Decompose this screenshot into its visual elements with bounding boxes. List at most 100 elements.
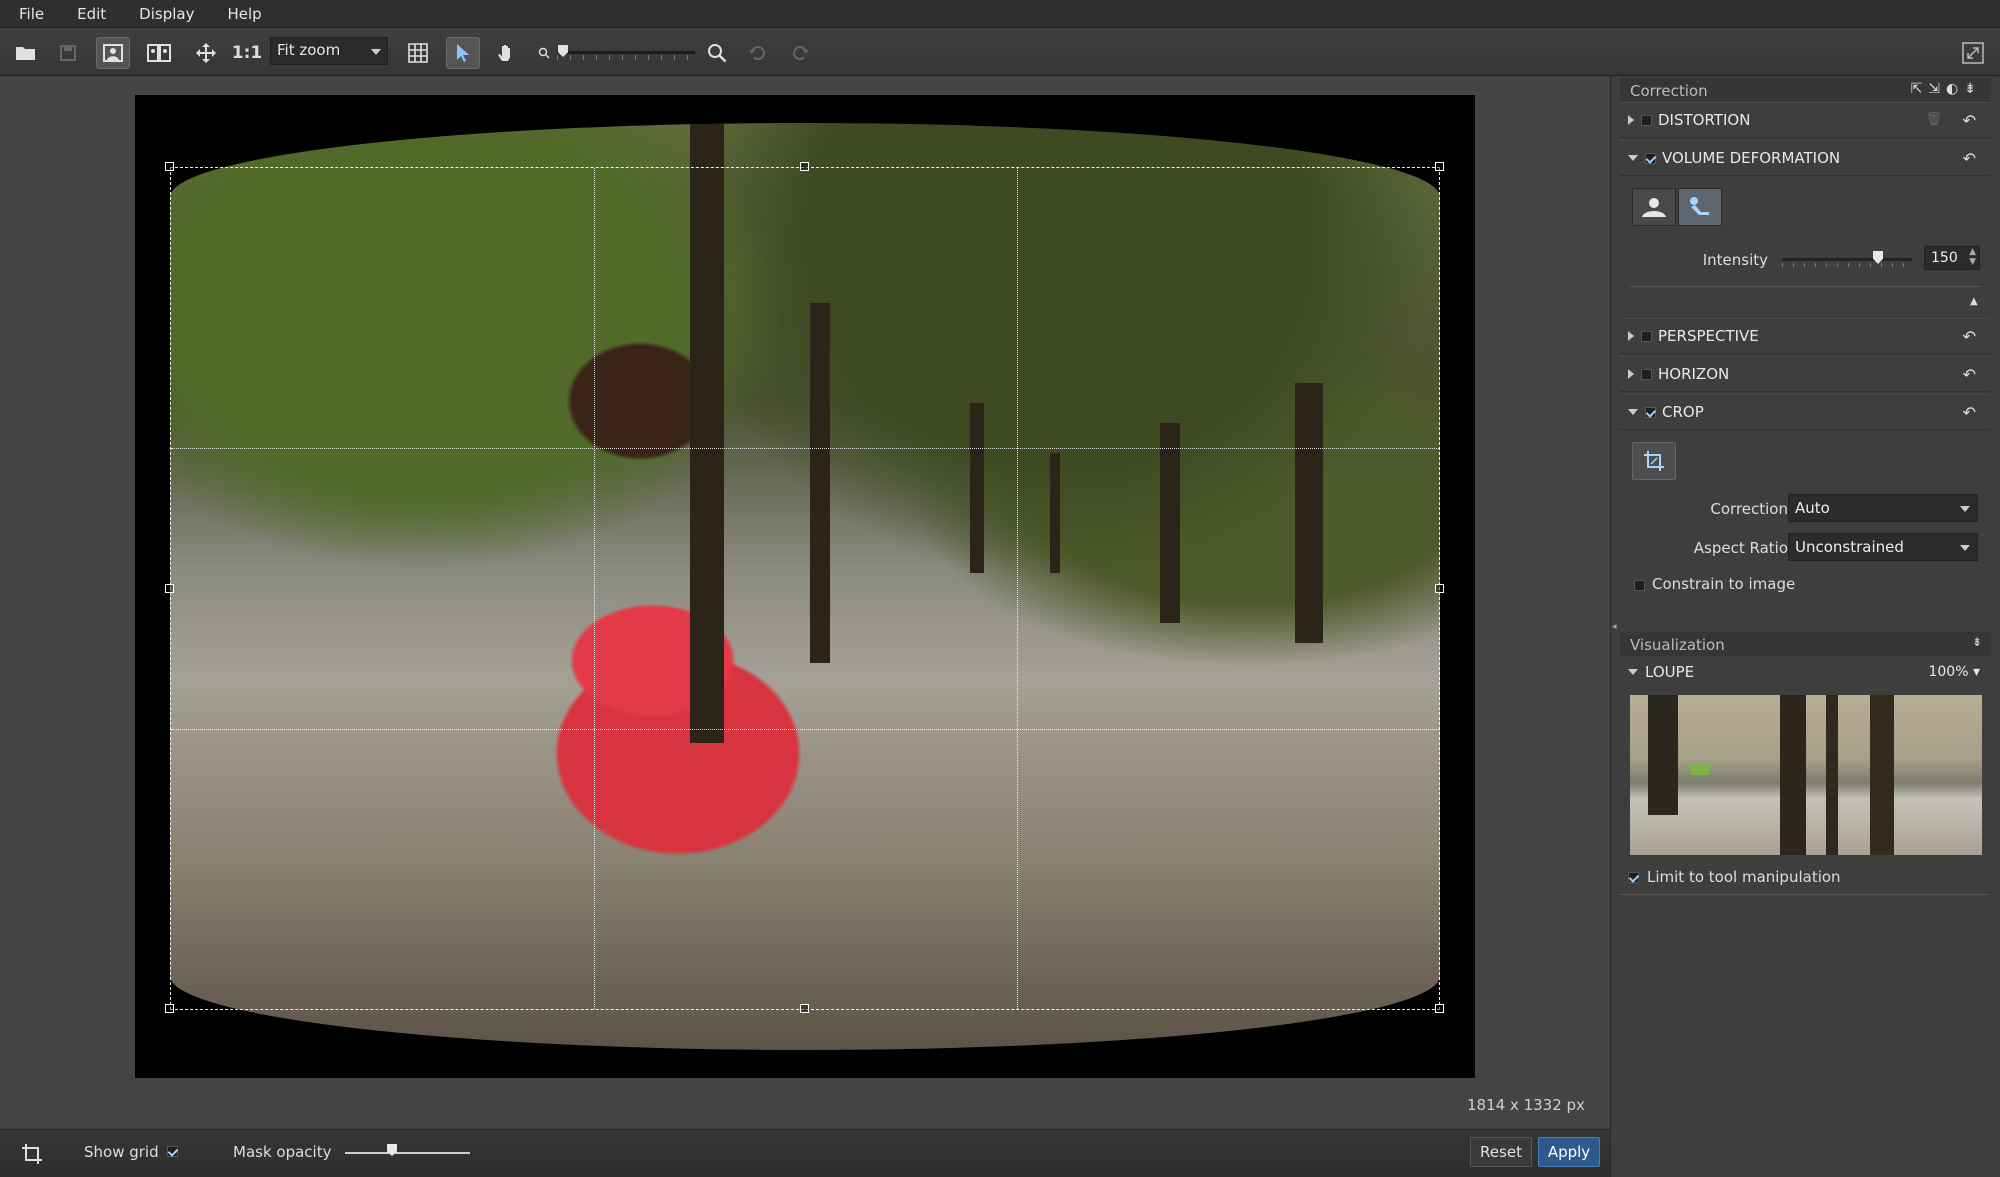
reset-arrow-icon[interactable]: ↶	[1963, 365, 1976, 384]
single-view-icon[interactable]	[96, 37, 130, 69]
menu-edit[interactable]: Edit	[58, 5, 120, 23]
section-distortion[interactable]: DISTORTION 🗑 ↶	[1620, 102, 1990, 138]
open-icon[interactable]	[10, 37, 42, 69]
crop-handle-b[interactable]	[800, 1004, 809, 1013]
volume-checkbox[interactable]	[1645, 152, 1656, 164]
constrain-checkbox[interactable]	[1634, 580, 1645, 591]
crop-correction-dropdown[interactable]: Auto	[1788, 494, 1978, 522]
collapse-section-icon[interactable]: ▲	[1970, 296, 1978, 307]
crop-handle-tl[interactable]	[165, 162, 174, 171]
perspective-checkbox[interactable]	[1641, 330, 1652, 342]
crop-handle-t[interactable]	[800, 162, 809, 171]
zoom-select-value: Fit zoom	[277, 41, 341, 59]
zoom-slider-track[interactable]	[557, 51, 695, 54]
menu-file[interactable]: File	[0, 5, 58, 23]
move-icon[interactable]	[190, 37, 222, 69]
horizon-checkbox[interactable]	[1641, 368, 1652, 380]
apply-button[interactable]: Apply	[1538, 1137, 1600, 1167]
redo-icon[interactable]	[788, 37, 814, 69]
crop-icon[interactable]	[1632, 442, 1676, 480]
spinner-icon[interactable]: ▲ ▼	[1969, 247, 1976, 267]
intensity-slider[interactable]	[1782, 258, 1912, 261]
loupe-zoom-value: 100%	[1928, 664, 1969, 680]
crop-handle-l[interactable]	[165, 584, 174, 593]
chevron-down-icon	[371, 49, 381, 55]
limit-checkbox[interactable]	[1628, 872, 1639, 883]
loupe-lamppost	[1648, 695, 1678, 815]
crop-handle-br[interactable]	[1435, 1004, 1444, 1013]
crop-tool-icon[interactable]	[18, 1138, 46, 1170]
expand-icon	[1628, 369, 1634, 379]
volume-label: VOLUME DEFORMATION	[1662, 149, 1841, 167]
reset-button[interactable]: Reset	[1470, 1137, 1532, 1167]
section-horizon[interactable]: HORIZON ↶	[1620, 356, 1990, 392]
crop-handle-bl[interactable]	[165, 1004, 174, 1013]
menu-display[interactable]: Display	[120, 5, 208, 23]
expand-icon	[1628, 115, 1634, 125]
zoom-slider-ticks	[557, 55, 695, 60]
hand-icon[interactable]	[490, 37, 522, 69]
image-dimensions: 1814 x 1332 px	[1467, 1096, 1585, 1114]
zoom-select[interactable]: Fit zoom	[270, 37, 388, 65]
section-perspective[interactable]: PERSPECTIVE ↶	[1620, 318, 1990, 354]
loupe-preview	[1630, 695, 1982, 855]
intensity-input[interactable]: 150 ▲ ▼	[1924, 246, 1980, 270]
aspect-ratio-value: Unconstrained	[1795, 538, 1904, 556]
chevron-down-icon	[1960, 545, 1970, 551]
collapse-icon	[1628, 409, 1638, 415]
crop-rectangle[interactable]	[170, 167, 1440, 1010]
grid-line-h1	[171, 448, 1439, 449]
reset-arrow-icon[interactable]: ↶	[1963, 327, 1976, 346]
perspective-label: PERSPECTIVE	[1658, 327, 1759, 345]
show-grid-checkbox[interactable]	[167, 1146, 178, 1157]
correction-panel-header: Correction ⇱⇲◐⇟	[1620, 78, 1990, 102]
zoom-in-icon[interactable]	[704, 37, 730, 69]
trash-icon[interactable]: 🗑	[1925, 112, 1942, 127]
loupe-zoom[interactable]: 100% ▾	[1928, 664, 1980, 680]
loupe-trunk	[1870, 695, 1894, 855]
zoom-out-icon[interactable]	[534, 37, 554, 69]
aspect-ratio-label: Aspect Ratio	[1693, 539, 1788, 557]
crop-handle-tr[interactable]	[1435, 162, 1444, 171]
expand-icon	[1628, 331, 1634, 341]
collapse-icon	[1628, 155, 1638, 161]
section-loupe[interactable]: LOUPE 100% ▾	[1620, 657, 1990, 687]
save-icon[interactable]	[52, 37, 84, 69]
crop-label: CROP	[1662, 403, 1704, 421]
distortion-label: DISTORTION	[1658, 111, 1751, 129]
section-volume-deformation[interactable]: VOLUME DEFORMATION ↶	[1620, 140, 1990, 176]
mask-opacity-label: Mask opacity	[233, 1143, 332, 1161]
crop-correction-value: Auto	[1795, 499, 1830, 517]
divider	[1630, 286, 1982, 287]
person-standing-icon[interactable]	[1632, 188, 1676, 226]
grid-line-v1	[594, 168, 595, 1009]
collapse-icon	[1628, 669, 1638, 675]
reset-arrow-icon[interactable]: ↶	[1963, 111, 1976, 130]
undo-icon[interactable]	[744, 37, 770, 69]
one-to-one-button[interactable]: 1:1	[232, 37, 262, 69]
intensity-value: 150	[1931, 250, 1958, 266]
limit-label: Limit to tool manipulation	[1647, 868, 1841, 886]
panel-resize-icon[interactable]: ◂	[1612, 622, 1620, 632]
crop-handle-r[interactable]	[1435, 584, 1444, 593]
compare-view-icon[interactable]	[142, 37, 176, 69]
person-reclining-icon[interactable]	[1678, 188, 1722, 226]
distortion-checkbox[interactable]	[1641, 114, 1652, 126]
loupe-trunk	[1826, 695, 1838, 855]
grid-line-h2	[171, 729, 1439, 730]
fullscreen-icon[interactable]	[1958, 37, 1988, 69]
reset-arrow-icon[interactable]: ↶	[1963, 403, 1976, 422]
panel-divider	[1620, 894, 1990, 895]
grid-icon[interactable]	[402, 37, 434, 69]
crop-checkbox[interactable]	[1645, 406, 1656, 418]
aspect-ratio-dropdown[interactable]: Unconstrained	[1788, 533, 1978, 561]
mask-opacity-slider[interactable]	[345, 1152, 470, 1154]
select-icon[interactable]	[446, 37, 480, 69]
panel-actions-icon[interactable]: ⇱⇲◐⇟	[1911, 81, 1982, 97]
reset-arrow-icon[interactable]: ↶	[1963, 149, 1976, 168]
constrain-label: Constrain to image	[1652, 575, 1796, 593]
menu-help[interactable]: Help	[208, 5, 275, 23]
section-crop[interactable]: CROP ↶	[1620, 394, 1990, 430]
crop-correction-label: Correction	[1710, 500, 1788, 518]
pin-icon[interactable]: ⇟	[1972, 635, 1982, 649]
